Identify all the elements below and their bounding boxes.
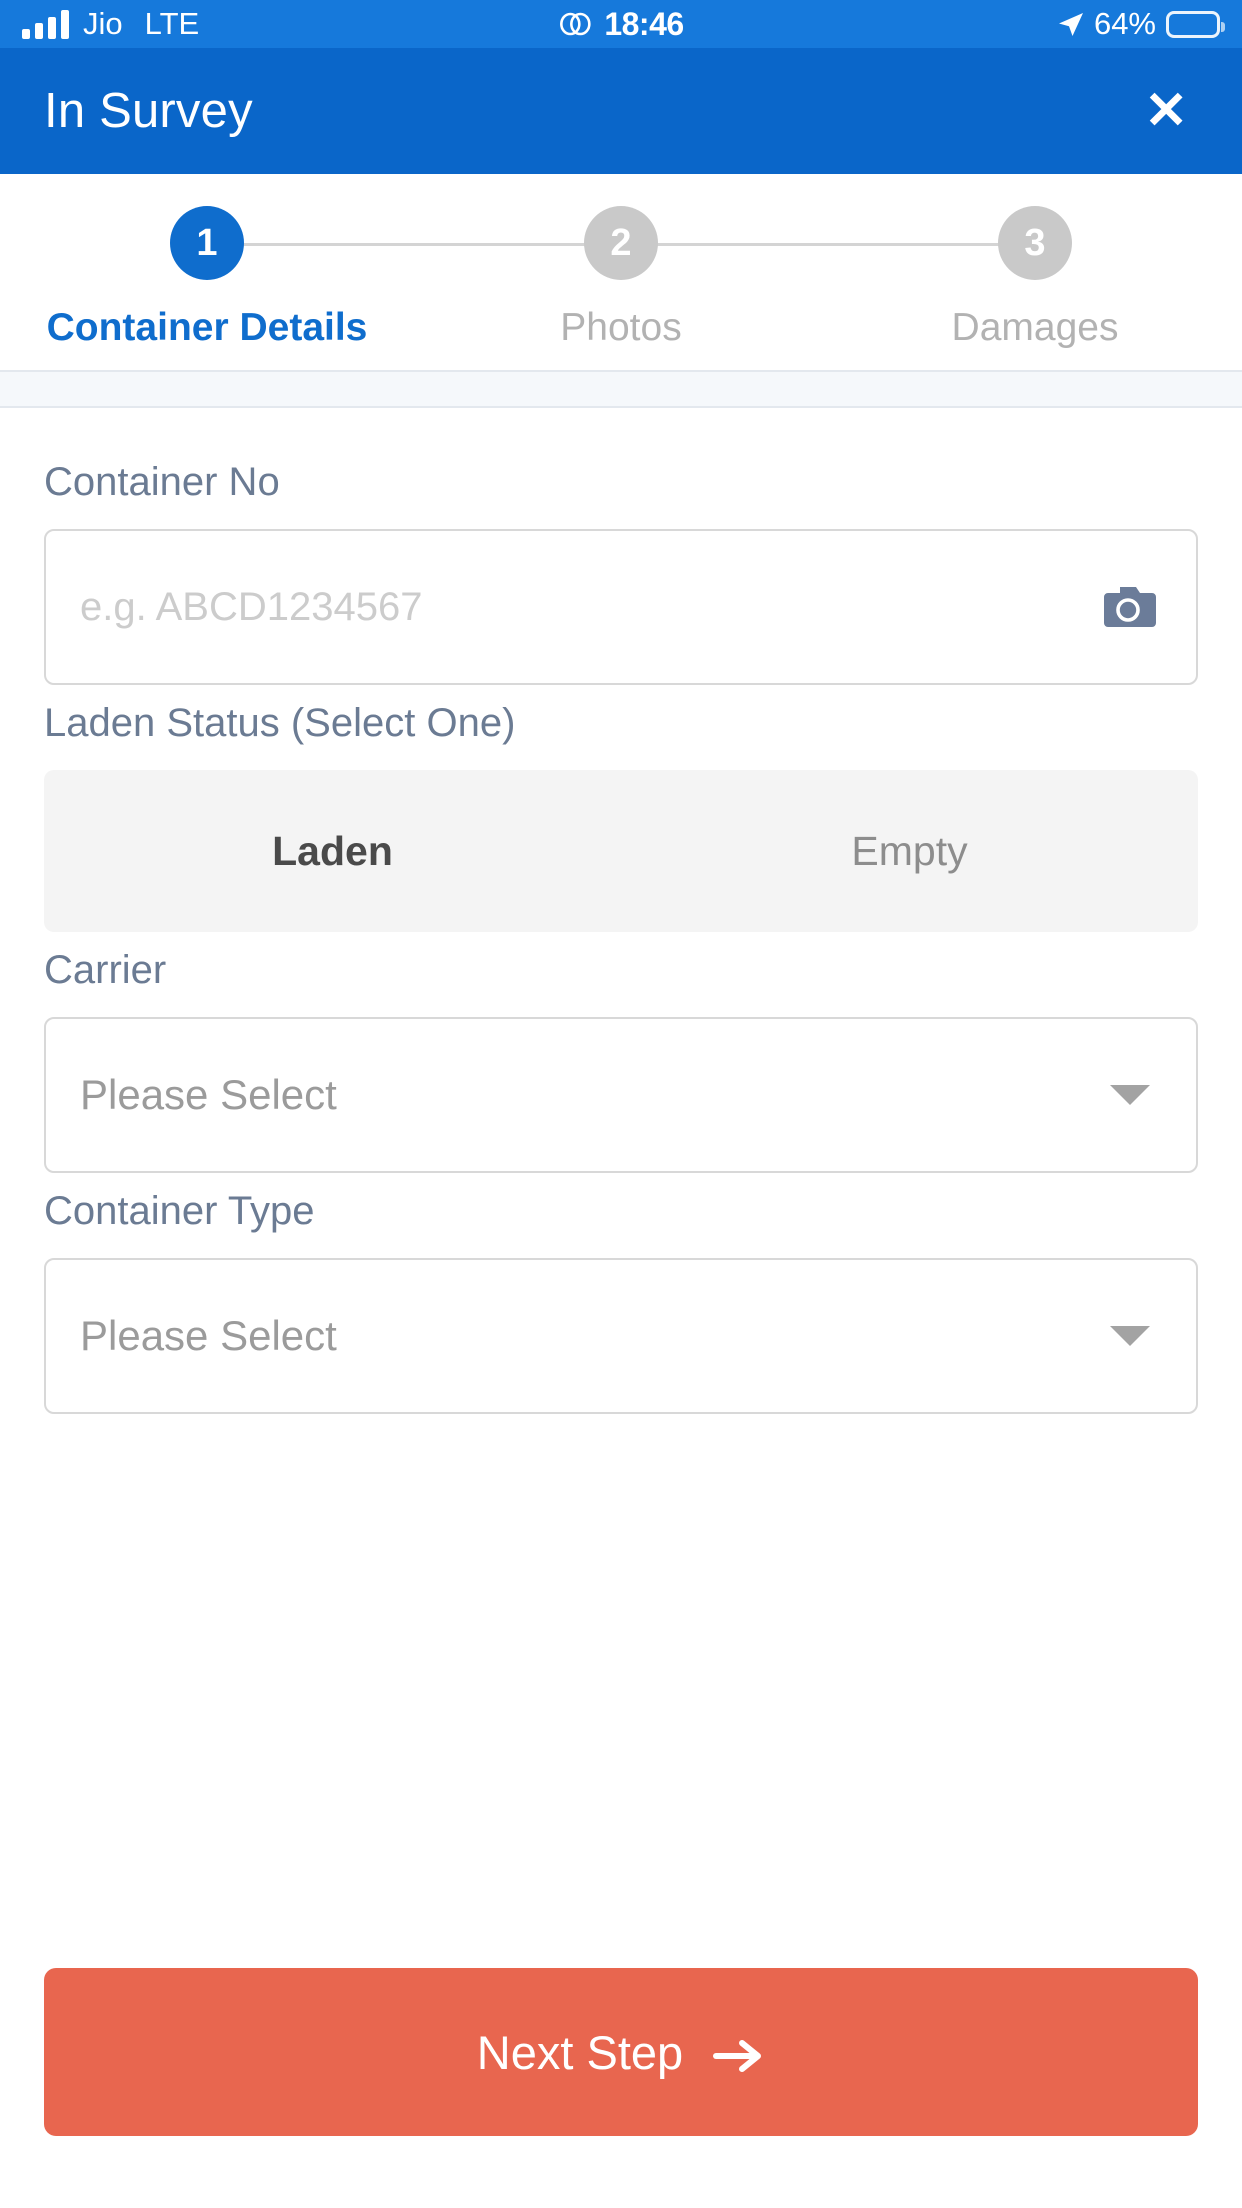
location-arrow-icon — [1057, 11, 1084, 38]
link-icon — [558, 11, 592, 37]
progress-stepper: 1 Container Details 2 Photos 3 Damages — [0, 174, 1242, 370]
footer-actions: Next Step — [0, 1968, 1242, 2208]
field-carrier: Carrier Please Select — [44, 948, 1198, 1173]
laden-status-label: Laden Status (Select One) — [44, 701, 516, 745]
step-label: Damages — [951, 306, 1119, 349]
app-header: In Survey ✕ — [0, 48, 1242, 174]
carrier-name: Jio — [83, 6, 123, 41]
battery-percent: 64% — [1093, 6, 1156, 41]
signal-strength-icon — [22, 9, 69, 39]
container-type-selected-value: Please Select — [80, 1312, 337, 1359]
stepper-step-container-details[interactable]: 1 Container Details — [47, 206, 367, 350]
step-number-badge: 1 — [170, 206, 244, 280]
section-divider — [0, 370, 1242, 408]
container-no-placeholder: e.g. ABCD1234567 — [80, 584, 423, 629]
container-type-label: Container Type — [44, 1189, 315, 1233]
status-bar-right: 64% — [1057, 6, 1225, 42]
camera-icon[interactable] — [1098, 583, 1158, 631]
next-step-label: Next Step — [476, 2025, 684, 2079]
laden-status-segmented-control: Laden Empty — [44, 770, 1198, 932]
stepper-step-damages[interactable]: 3 Damages — [940, 206, 1130, 350]
carrier-label: Carrier — [44, 948, 167, 992]
field-container-no: Container No e.g. ABCD1234567 — [44, 460, 1198, 685]
container-type-select[interactable]: Please Select — [44, 1258, 1198, 1414]
status-bar: Jio LTE 18:46 64% — [0, 0, 1242, 48]
stepper-step-photos[interactable]: 2 Photos — [526, 206, 716, 350]
container-no-label: Container No — [44, 460, 280, 504]
network-type: LTE — [144, 6, 200, 41]
close-icon[interactable]: ✕ — [1134, 77, 1198, 145]
step-label: Container Details — [46, 306, 368, 349]
battery-icon — [1166, 10, 1225, 38]
container-no-input[interactable]: e.g. ABCD1234567 — [44, 529, 1198, 685]
segment-option-laden[interactable]: Laden — [44, 770, 621, 932]
carrier-select[interactable]: Please Select — [44, 1017, 1198, 1173]
status-bar-left: Jio LTE — [22, 6, 199, 42]
arrow-right-icon — [713, 2032, 765, 2072]
chevron-down-icon — [1110, 1085, 1150, 1105]
chevron-down-icon — [1110, 1326, 1150, 1346]
field-laden-status: Laden Status (Select One) Laden Empty — [44, 701, 1198, 932]
status-bar-center: 18:46 — [558, 5, 684, 43]
step-label: Photos — [560, 306, 682, 349]
page-title: In Survey — [44, 84, 253, 138]
segment-option-empty[interactable]: Empty — [621, 770, 1198, 932]
step-number-badge: 3 — [998, 206, 1072, 280]
stepper-track: 1 Container Details 2 Photos 3 Damages — [0, 206, 1242, 350]
survey-screen: Jio LTE 18:46 64% In Survey ✕ 1 Containe… — [0, 0, 1242, 2208]
next-step-button[interactable]: Next Step — [44, 1968, 1198, 2136]
clock-time: 18:46 — [604, 5, 684, 42]
step-number-badge: 2 — [584, 206, 658, 280]
container-details-form: Container No e.g. ABCD1234567 Laden Stat… — [0, 408, 1242, 1968]
field-container-type: Container Type Please Select — [44, 1189, 1198, 1414]
carrier-selected-value: Please Select — [80, 1071, 337, 1118]
